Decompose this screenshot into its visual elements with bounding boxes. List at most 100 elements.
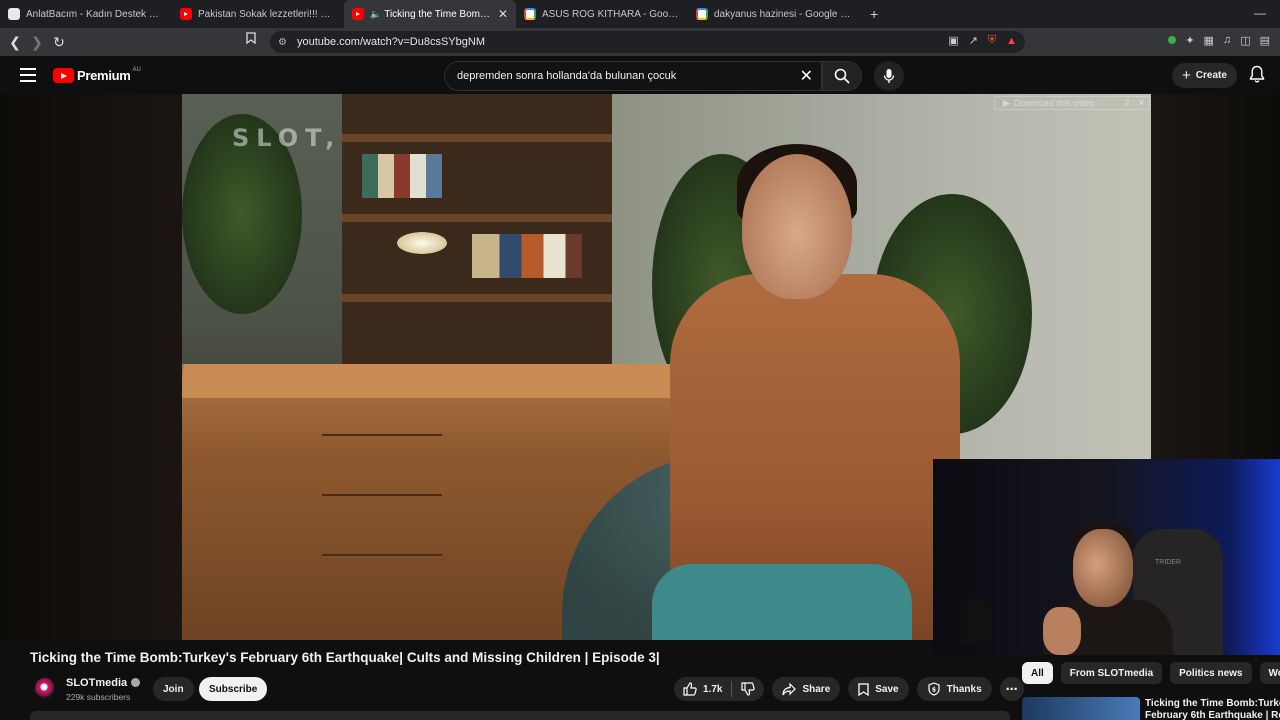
share-label: Share [802,683,831,695]
recommended-thumbnail[interactable] [1022,697,1140,720]
scene-person-head [742,154,852,299]
forward-icon[interactable]: ❯ [26,31,48,53]
chip-politics-news[interactable]: Politics news [1170,662,1252,684]
region-code: AU [132,66,141,73]
tab-label: AnlatBacım - Kadın Destek Platformu [26,8,164,20]
scene-person-legs [652,564,912,640]
split-view-icon[interactable]: ◫ [1240,34,1250,47]
youtube-icon [180,8,192,20]
thanks-button[interactable]: $ Thanks [916,677,992,701]
save-label: Save [875,683,899,695]
rewards-icon[interactable]: ▲ [1006,35,1017,47]
extensions-icon[interactable]: ✦ [1185,34,1194,47]
back-icon[interactable]: ❮ [4,31,26,53]
address-bar[interactable]: ⚙ youtube.com/watch?v=Du8csSYbgNM ▣ ↗ ⛨ … [270,31,1025,53]
channel-avatar[interactable] [33,676,57,700]
menu-icon[interactable] [20,68,36,82]
search-button[interactable] [822,61,862,91]
recommended-title[interactable]: Ticking the Time Bomb:Turkey [1145,698,1280,710]
subscriber-count: 229k subscribers [66,692,131,702]
google-icon [524,8,536,20]
bookmark-icon[interactable] [246,32,256,47]
scene-bookshelf [342,94,612,394]
tab-label: dakyanus hazinesi - Google Search [714,8,852,20]
chair-logo: TRIDER [1155,559,1182,566]
share-page-icon[interactable]: ↗ [969,34,978,47]
tab-label: ASUS ROG KITHARA - Google Search [542,8,680,20]
subscribe-button[interactable]: Subscribe [199,677,268,701]
microphone-icon [883,69,895,83]
video-actions: 1.7k Share Save $ Thanks ⋯ [674,677,1024,701]
webcam-microphone [961,599,991,644]
download-overlay[interactable]: ▶ Download this video 2 ✕ [994,96,1150,110]
sidebar-panel-icon[interactable]: ▦ [1204,34,1214,47]
scene-lamp [397,232,447,254]
join-button[interactable]: Join [153,677,194,701]
thumbs-down-icon [741,682,756,696]
browser-toolbar: ❮ ❯ ↻ ⚙ youtube.com/watch?v=Du8csSYbgNM … [0,28,1280,56]
bookmark-save-icon [858,682,869,696]
channel-name-text: SLOTmedia [66,677,128,689]
wallet-icon[interactable]: ▤ [1260,34,1270,47]
create-button[interactable]: + Create [1172,63,1237,88]
tab-label: Pakistan Sokak lezzetleri!!! Diye diye [198,8,336,20]
reload-icon[interactable]: ↻ [48,31,70,53]
youtube-logo-icon [53,68,74,83]
desk-drawer-line [322,434,442,436]
search-value: depremden sonra hollanda'da bulunan çocu… [457,70,677,82]
share-button[interactable]: Share [772,677,841,701]
webcam-person-hand [1043,607,1081,655]
channel-row: SLOTmedia 229k subscribers Join Subscrib… [30,673,1024,705]
description-box[interactable] [30,711,1010,720]
anlatbacim-icon [8,8,20,20]
close-overlay-icon[interactable]: ✕ [1137,98,1145,109]
voice-search-button[interactable] [874,61,904,91]
verified-icon [131,678,141,687]
ambient-right [1151,94,1280,464]
youtube-premium-logo[interactable]: Premium AU [53,66,141,83]
channel-name[interactable]: SLOTmedia [66,677,141,689]
recommended-title-line2[interactable]: February 6th Earthquake | Red [1145,710,1280,720]
scene-desk-top [182,364,705,398]
browser-tab-asus[interactable]: ASUS ROG KITHARA - Google Search [516,0,688,28]
share-icon [782,682,797,696]
site-settings-icon[interactable]: ⚙ [278,37,287,48]
download-overlay-count: 2 [1124,98,1130,108]
brave-shield-icon[interactable]: ⛨ [988,34,996,47]
search-input[interactable]: depremden sonra hollanda'da bulunan çocu… [444,61,822,91]
browser-tab-pakistan[interactable]: Pakistan Sokak lezzetleri!!! Diye diye [172,0,344,28]
thanks-icon: $ [927,682,941,696]
svg-text:$: $ [932,687,936,694]
like-button[interactable]: 1.7k [674,677,731,701]
cast-icon[interactable]: ▣ [948,34,958,47]
browser-tab-anlatbacim[interactable]: AnlatBacım - Kadın Destek Platformu [0,0,172,28]
download-icon: ▶ [1003,97,1010,108]
like-count: 1.7k [703,683,723,695]
desk-drawer-line [322,494,442,496]
chip-world[interactable]: Worl [1259,662,1280,684]
chip-all[interactable]: All [1022,662,1053,684]
media-icon[interactable]: ♫ [1223,34,1231,47]
close-tab-icon[interactable]: ✕ [498,7,508,21]
chip-from-channel[interactable]: From SLOTmedia [1060,662,1163,684]
extension-status-icon[interactable] [1168,36,1177,44]
browser-tab-active[interactable]: 🔈 Ticking the Time Bomb:Turke ✕ [344,0,516,28]
logo-text: Premium [77,68,131,83]
browser-tab-dakyanus[interactable]: dakyanus hazinesi - Google Search [688,0,860,28]
speaker-icon[interactable]: 🔈 [370,9,381,20]
webcam-person-head [1073,529,1133,607]
webcam-overlay: TRIDER [933,459,1280,655]
video-title: Ticking the Time Bomb:Turkey's February … [30,650,660,665]
clear-search-icon[interactable]: ✕ [800,66,813,86]
notifications-bell-icon[interactable] [1249,65,1265,88]
save-button[interactable]: Save [848,677,909,701]
minimize-icon[interactable]: — [1254,6,1266,20]
tab-label: Ticking the Time Bomb:Turke [384,8,492,20]
more-actions-icon[interactable]: ⋯ [999,677,1024,701]
channel-watermark: SLOT, [232,124,342,152]
download-overlay-label: Download this video [1013,98,1095,108]
ambient-left [0,94,182,640]
dislike-button[interactable] [732,677,764,701]
new-tab-icon[interactable]: + [870,6,878,22]
plus-icon: + [1182,67,1191,84]
